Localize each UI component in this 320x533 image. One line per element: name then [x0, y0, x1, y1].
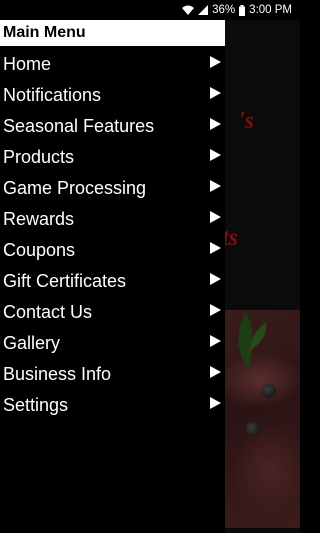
menu-list: Home Notifications Seasonal Features Pro…: [0, 46, 225, 418]
menu-item-label: Contact Us: [3, 302, 93, 322]
chevron-right-icon: [210, 180, 221, 192]
chevron-right-icon: [210, 56, 221, 68]
chevron-right-icon: [210, 118, 221, 130]
menu-item-notifications[interactable]: Notifications: [0, 77, 225, 108]
meat-photo: [220, 310, 300, 528]
chevron-right-icon: [210, 149, 221, 161]
menu-item-label: Home: [3, 54, 52, 74]
chevron-right-icon: [210, 304, 221, 316]
drawer-header: Main Menu: [0, 20, 225, 46]
chevron-right-icon: [210, 211, 221, 223]
menu-item-home[interactable]: Home: [0, 46, 225, 77]
menu-item-rewards[interactable]: Rewards: [0, 201, 225, 232]
battery-icon: [239, 4, 246, 16]
chevron-right-icon: [210, 273, 221, 285]
chevron-right-icon: [210, 242, 221, 254]
menu-item-label: Game Processing: [3, 178, 147, 198]
menu-item-label: Gift Certificates: [3, 271, 127, 291]
brand-title-fragment: 's: [238, 108, 255, 134]
menu-item-contact-us[interactable]: Contact Us: [0, 294, 225, 325]
menu-item-label: Rewards: [3, 209, 75, 229]
menu-item-label: Coupons: [3, 240, 76, 260]
menu-item-label: Settings: [3, 395, 69, 415]
menu-item-label: Business Info: [3, 364, 112, 384]
menu-item-settings[interactable]: Settings: [0, 387, 225, 418]
peppercorn: [262, 384, 276, 398]
menu-item-gift-certificates[interactable]: Gift Certificates: [0, 263, 225, 294]
menu-item-coupons[interactable]: Coupons: [0, 232, 225, 263]
navigation-drawer: Main Menu Home Notifications Seasonal Fe…: [0, 20, 225, 533]
wifi-icon: [182, 5, 195, 15]
chevron-right-icon: [210, 366, 221, 378]
menu-item-business-info[interactable]: Business Info: [0, 356, 225, 387]
clock: 3:00 PM: [249, 4, 292, 16]
chevron-right-icon: [210, 87, 221, 99]
herb-leaf-icon: [238, 312, 267, 370]
menu-item-label: Gallery: [3, 333, 61, 353]
signal-icon: [198, 5, 209, 15]
battery-percent: 36%: [212, 4, 236, 16]
status-bar: 36% 3:00 PM: [0, 0, 300, 20]
menu-item-label: Notifications: [3, 85, 102, 105]
menu-item-products[interactable]: Products: [0, 139, 225, 170]
menu-item-gallery[interactable]: Gallery: [0, 325, 225, 356]
menu-item-game-processing[interactable]: Game Processing: [0, 170, 225, 201]
menu-item-seasonal-features[interactable]: Seasonal Features: [0, 108, 225, 139]
peppercorn: [246, 422, 260, 436]
menu-item-label: Products: [3, 147, 75, 167]
chevron-right-icon: [210, 335, 221, 347]
menu-item-label: Seasonal Features: [3, 116, 155, 136]
chevron-right-icon: [210, 397, 221, 409]
